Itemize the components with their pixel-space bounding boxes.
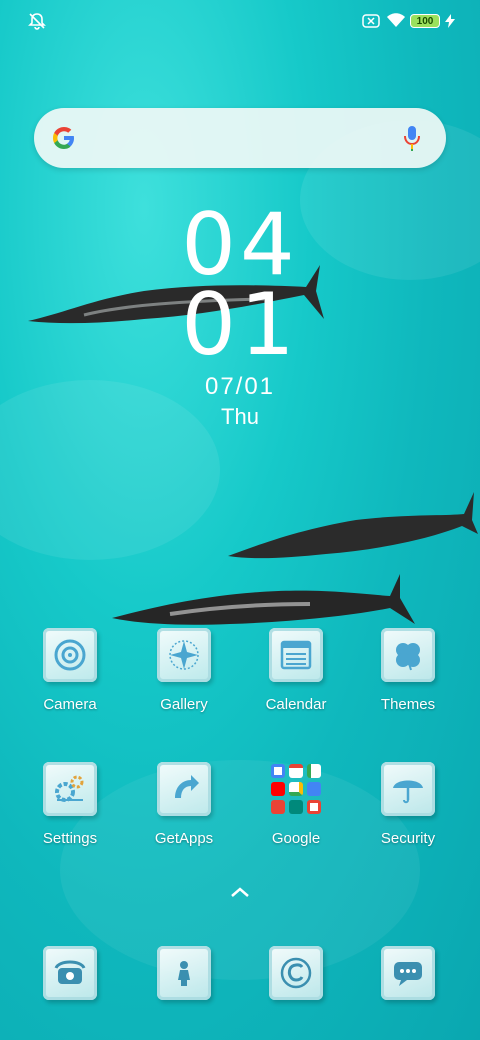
app-calendar[interactable]: Calendar [246, 628, 346, 713]
themes-icon [381, 628, 435, 682]
folder-google[interactable]: Google [246, 762, 346, 847]
clock-hours: 04 [181, 195, 299, 295]
dock-phone[interactable] [20, 946, 120, 1000]
messages-icon [381, 946, 435, 1000]
phone-icon [43, 946, 97, 1000]
app-label: Settings [42, 830, 98, 847]
battery-indicator: 100 [410, 14, 440, 28]
app-label: Camera [43, 696, 97, 713]
google-search-bar[interactable] [34, 108, 446, 168]
dock-contacts[interactable] [134, 946, 234, 1000]
app-gallery[interactable]: Gallery [134, 628, 234, 713]
app-label: Themes [380, 696, 436, 713]
app-themes[interactable]: Themes [358, 628, 458, 713]
google-logo-icon [53, 127, 74, 149]
clock-widget[interactable]: 04 01 [180, 195, 300, 375]
security-icon [381, 762, 435, 816]
app-label: Calendar [265, 696, 327, 713]
app-label: Security [380, 830, 436, 847]
dolphin-image [228, 492, 478, 559]
wifi-icon [387, 13, 405, 27]
settings-icon [43, 762, 97, 816]
app-label: GetApps [154, 830, 214, 847]
calendar-icon [269, 628, 323, 682]
notifications-off-icon [28, 13, 46, 30]
app-getapps[interactable]: GetApps [134, 762, 234, 847]
app-security[interactable]: Security [358, 762, 458, 847]
browser-icon [269, 946, 323, 1000]
contacts-icon [157, 946, 211, 1000]
app-settings[interactable]: Settings [20, 762, 120, 847]
weekday-text: Thu [221, 404, 259, 429]
app-camera[interactable]: Camera [20, 628, 120, 713]
google-folder-icon [269, 762, 323, 816]
clock-minutes: 01 [181, 275, 299, 375]
dock-browser[interactable] [246, 946, 346, 1000]
app-label: Gallery [160, 696, 208, 713]
microphone-icon[interactable] [402, 124, 422, 152]
app-label: Google [271, 830, 321, 847]
getapps-icon [157, 762, 211, 816]
date-text: 07/01 [204, 373, 276, 400]
sim-no-signal-icon [362, 14, 380, 28]
gallery-icon [157, 628, 211, 682]
charging-icon [445, 14, 455, 28]
status-bar: 100 [0, 0, 480, 42]
chevron-up-icon[interactable] [230, 886, 250, 898]
dock-messages[interactable] [358, 946, 458, 1000]
camera-icon [43, 628, 97, 682]
